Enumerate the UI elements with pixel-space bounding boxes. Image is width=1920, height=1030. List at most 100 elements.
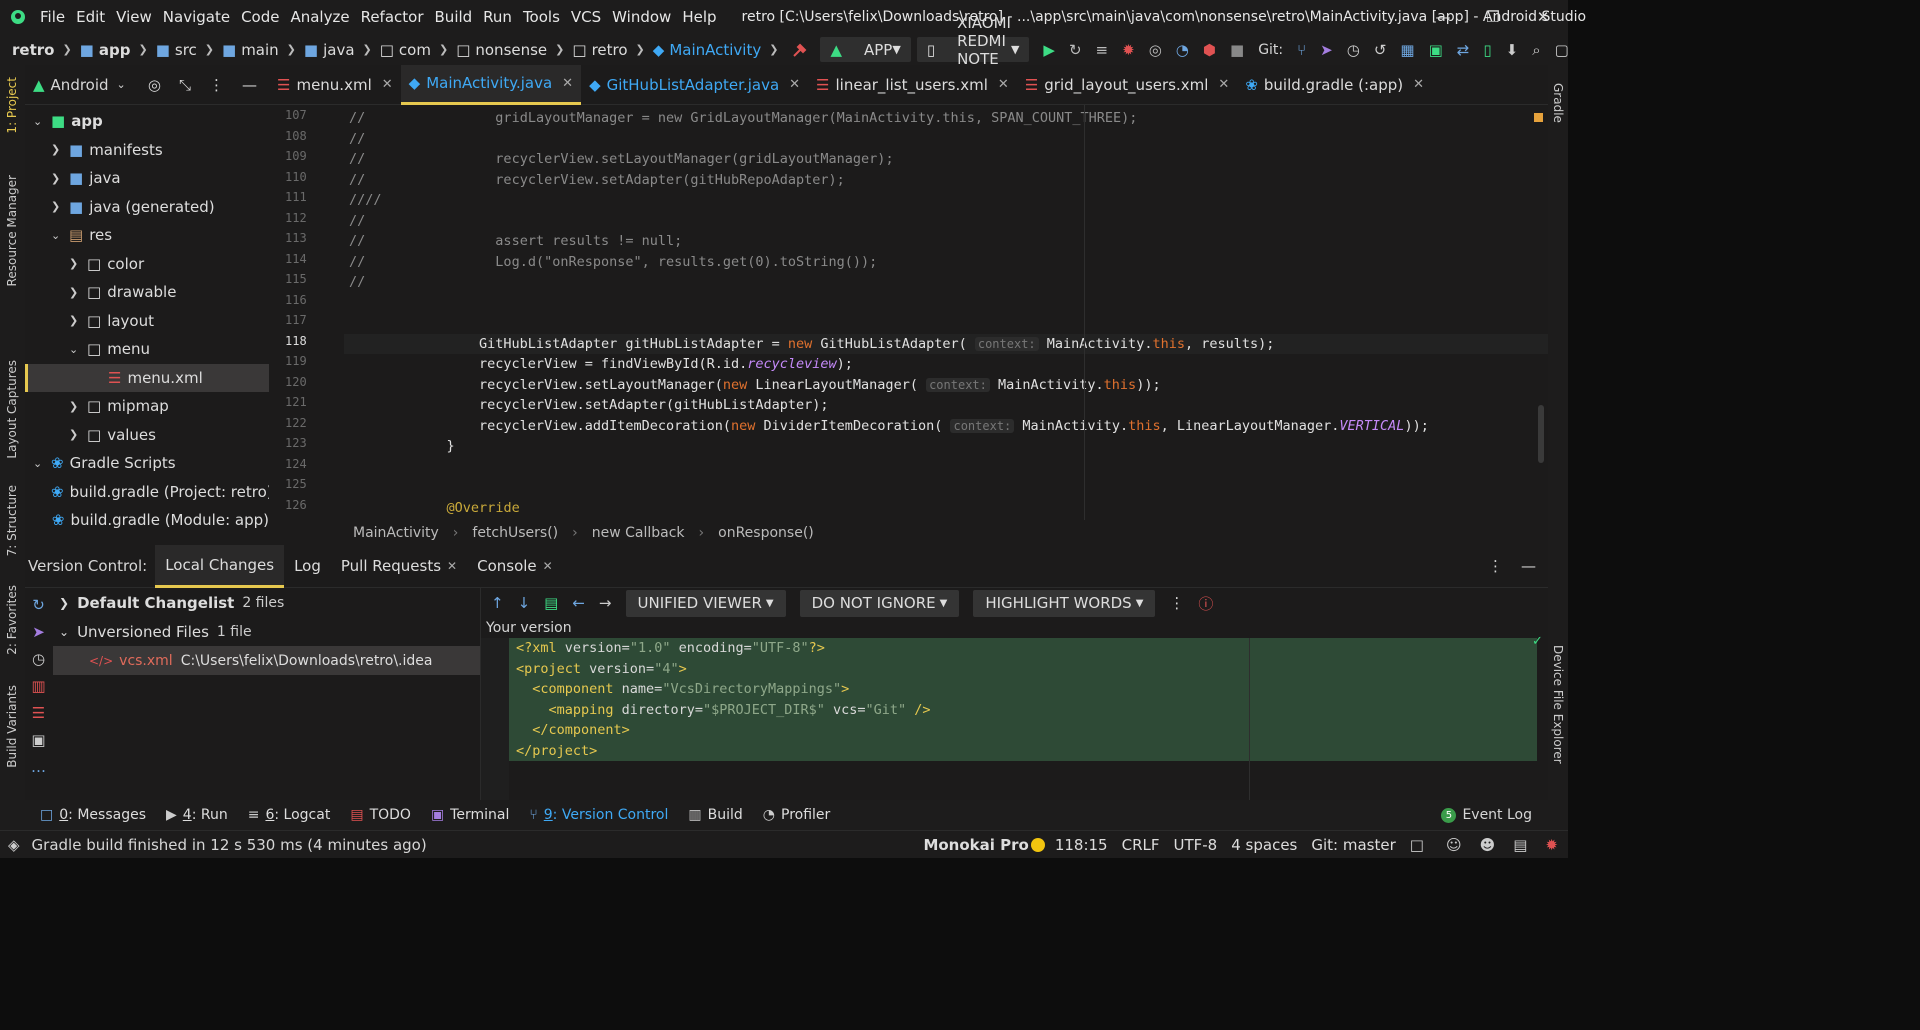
crumb-java[interactable]: ■ java: [304, 41, 355, 59]
maximize-button[interactable]: ❐: [1468, 8, 1518, 26]
lock-icon[interactable]: □: [1410, 836, 1424, 854]
crumb-app[interactable]: ■ app: [80, 41, 131, 59]
menu-file[interactable]: File: [40, 8, 65, 26]
stop-icon[interactable]: ■: [1230, 41, 1244, 59]
git-branch[interactable]: Git: master: [1311, 836, 1395, 854]
hide-panel-icon[interactable]: —: [1521, 557, 1536, 575]
tool-profiler[interactable]: ◔ Profiler: [763, 807, 831, 823]
theme-label[interactable]: Monokai Pro: [923, 836, 1028, 854]
prev-diff-icon[interactable]: ↑: [491, 594, 504, 612]
crumb-nonsense[interactable]: □ nonsense: [456, 41, 547, 59]
diff-content[interactable]: <?xml version="1.0" encoding="UTF-8"?> <p…: [481, 634, 1549, 800]
tool-todo[interactable]: ▤ TODO: [350, 807, 411, 823]
caret-position[interactable]: 118:15: [1055, 836, 1108, 854]
file-row-vcs-xml[interactable]: </> vcs.xml C:\Users\felix\Downloads\ret…: [53, 646, 480, 675]
options-menu-icon[interactable]: ⋮: [1169, 594, 1184, 612]
tab-linear-list-users-xml[interactable]: ☰ linear_list_users.xml ✕: [808, 65, 1017, 105]
menu-analyze[interactable]: Analyze: [290, 8, 349, 26]
attach-debugger-icon[interactable]: ⬢: [1203, 41, 1216, 59]
close-tab-icon[interactable]: ✕: [998, 77, 1009, 92]
indent-setting[interactable]: 4 spaces: [1231, 836, 1297, 854]
hide-panel-icon[interactable]: —: [242, 76, 257, 94]
close-tab-icon[interactable]: ✕: [562, 76, 573, 91]
shelve-icon[interactable]: ☰: [32, 704, 45, 722]
git-rollback-icon[interactable]: ↺: [1374, 41, 1387, 59]
crumb-retro[interactable]: retro: [12, 41, 54, 59]
diff-icon[interactable]: ▣: [31, 731, 45, 749]
more-icon[interactable]: …: [31, 758, 46, 776]
git-push-icon[interactable]: ➤: [1320, 41, 1333, 59]
options-menu-icon[interactable]: ⋮: [209, 76, 224, 94]
code-editor[interactable]: // gridLayoutManager = new GridLayoutMan…: [344, 105, 1548, 520]
vc-tab-console[interactable]: Console ✕: [467, 545, 563, 588]
line-separator[interactable]: CRLF: [1122, 836, 1160, 854]
tree-item-build-gradle-module-app-[interactable]: ❀ build.gradle (Module: app): [25, 506, 269, 535]
layout-captures-tool-tab[interactable]: Layout Captures: [5, 360, 19, 459]
close-tab-icon[interactable]: ✕: [1218, 77, 1229, 92]
tree-item-mipmap[interactable]: ❯ □ mipmap: [25, 392, 269, 421]
tree-item-build-gradle-project-retro-[interactable]: ❀ build.gradle (Project: retro): [25, 478, 273, 507]
menu-code[interactable]: Code: [241, 8, 279, 26]
viewer-mode-select[interactable]: UNIFIED VIEWER ▼: [625, 589, 786, 617]
memory-icon[interactable]: ▤: [1513, 836, 1527, 854]
gradle-tool-tab[interactable]: Gradle: [1551, 83, 1565, 123]
tree-item-manifests[interactable]: ❯ ■ manifests: [25, 136, 269, 165]
chevron-down-icon[interactable]: ⌄: [117, 78, 126, 91]
highlight-select[interactable]: HIGHLIGHT WORDS ▼: [973, 589, 1156, 617]
run-icon[interactable]: ▶: [1043, 41, 1055, 59]
tool-terminal[interactable]: ▣ Terminal: [431, 807, 509, 823]
rollback-icon[interactable]: ▥: [31, 677, 45, 695]
vc-tab-pull-requests[interactable]: Pull Requests ✕: [331, 545, 467, 588]
menu-refactor[interactable]: Refactor: [361, 8, 424, 26]
tree-item-menu-xml[interactable]: ☰ menu.xml: [25, 363, 269, 392]
default-changelist-row[interactable]: ❯ Default Changelist 2 files: [53, 588, 480, 617]
project-tool-tab[interactable]: 1: Project: [5, 77, 19, 134]
editor-scrollbar[interactable]: [1538, 405, 1544, 463]
file-encoding[interactable]: UTF-8: [1174, 836, 1218, 854]
edit-source-icon[interactable]: ▤: [544, 594, 558, 612]
tree-item-gradle-scripts[interactable]: ⌄ ❀ Gradle Scripts: [25, 449, 269, 478]
account-icon[interactable]: ▢: [1555, 41, 1569, 59]
inspection-face-icon[interactable]: ☺: [1446, 836, 1462, 854]
close-tab-icon[interactable]: ✕: [1413, 77, 1424, 92]
notification-icon[interactable]: ✹: [1545, 836, 1558, 854]
menu-run[interactable]: Run: [483, 8, 512, 26]
apply-changes-icon[interactable]: ↻: [1069, 41, 1082, 59]
tool-build[interactable]: ▥ Build: [688, 807, 742, 823]
tab-menu-xml[interactable]: ☰ menu.xml ✕: [269, 65, 401, 105]
tree-item-res[interactable]: ⌄ ▤ res: [25, 221, 269, 250]
menu-navigate[interactable]: Navigate: [163, 8, 230, 26]
menu-tools[interactable]: Tools: [523, 8, 560, 26]
code-breadcrumb-item[interactable]: new Callback: [592, 525, 685, 541]
tree-item-java[interactable]: ❯ ■ java: [25, 164, 269, 193]
tree-item-java-generated-[interactable]: ❯ ■ java (generated): [25, 193, 269, 222]
crumb-mainactivity[interactable]: ◆ MainActivity: [653, 41, 761, 59]
tab-mainactivity-java[interactable]: ◆ MainActivity.java ✕: [400, 64, 582, 105]
crumb-main[interactable]: ■ main: [222, 41, 279, 59]
resource-manager-tool-tab[interactable]: Resource Manager: [5, 175, 19, 286]
run-config-select[interactable]: ▲ APP ▼: [820, 37, 911, 62]
locate-icon[interactable]: ◎: [148, 76, 161, 94]
tool-logcat[interactable]: ≡ 6: Logcat: [248, 807, 331, 823]
tab-githublistadapter-java[interactable]: ◆ GitHubListAdapter.java ✕: [581, 65, 808, 105]
menu-build[interactable]: Build: [435, 8, 473, 26]
vc-tab-log[interactable]: Log: [284, 545, 331, 588]
tree-item-menu[interactable]: ⌄ □ menu: [25, 335, 269, 364]
tab-build-gradle-app-[interactable]: ❀ build.gradle (:app) ✕: [1237, 65, 1432, 105]
history-icon[interactable]: ◷: [32, 650, 45, 668]
vc-tab-local-changes[interactable]: Local Changes: [155, 544, 285, 588]
code-breadcrumb-item[interactable]: fetchUsers(): [472, 525, 558, 541]
apply-code-changes-icon[interactable]: ≡: [1096, 41, 1109, 59]
device-file-explorer-tool-tab[interactable]: Device File Explorer: [1551, 645, 1565, 764]
tree-item-app[interactable]: ⌄ ■ app: [25, 107, 269, 136]
back-icon[interactable]: ←: [572, 594, 585, 612]
tool-messages[interactable]: □ 0: Messages: [40, 807, 146, 823]
code-breadcrumb-item[interactable]: onResponse(): [718, 525, 814, 541]
minimize-button[interactable]: —: [1418, 8, 1468, 26]
run-coverage-icon[interactable]: ◎: [1149, 41, 1162, 59]
tree-item-layout[interactable]: ❯ □ layout: [25, 307, 269, 336]
tab-grid-layout-users-xml[interactable]: ☰ grid_layout_users.xml ✕: [1017, 65, 1238, 105]
git-update-icon[interactable]: ⑂: [1297, 41, 1306, 59]
project-view-select[interactable]: Android: [51, 76, 109, 94]
menu-window[interactable]: Window: [612, 8, 671, 26]
